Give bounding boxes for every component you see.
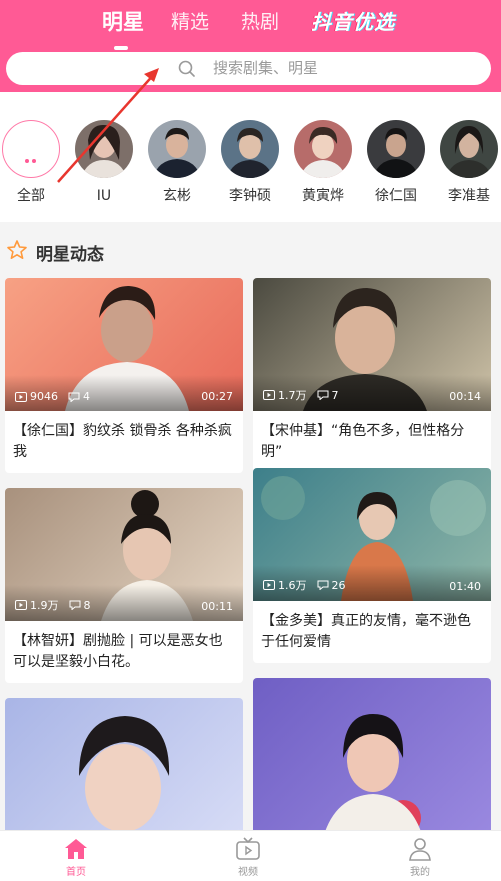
star-name: 徐仁国: [375, 188, 417, 204]
comment-icon: [317, 580, 328, 590]
nav-label: 视频: [238, 867, 258, 878]
star-news-section: 明星动态 9046 4 00:27 【徐仁国】豹纹杀 锁骨杀 各种杀疯我 1.7…: [0, 222, 501, 881]
star-item-all[interactable]: 全部: [0, 120, 66, 205]
comment-icon: [69, 600, 80, 610]
nav-label: 首页: [66, 867, 86, 878]
star-name: 全部: [17, 188, 45, 204]
bottom-nav: 首页 视频 我的: [0, 830, 501, 881]
video-card[interactable]: 9046 4 00:27 【徐仁国】豹纹杀 锁骨杀 各种杀疯我: [5, 278, 243, 473]
avatar: [148, 120, 206, 178]
comment-icon: [317, 390, 328, 400]
tv-icon: [236, 837, 260, 860]
avatar: [440, 120, 498, 178]
video-card[interactable]: 1.7万 7 00:14 【宋仲基】“角色不多，但性格分明”: [253, 278, 491, 473]
top-header: 明星 精选 热剧 抖音优选 搜索剧集、明星: [0, 0, 501, 92]
video-card[interactable]: [253, 678, 491, 838]
video-caption: 【徐仁国】豹纹杀 锁骨杀 各种杀疯我: [13, 423, 232, 460]
video-duration: 00:14: [449, 390, 481, 403]
search-input[interactable]: 搜索剧集、明星: [6, 52, 491, 85]
view-count: 1.6万: [278, 579, 307, 592]
nav-label: 我的: [410, 867, 430, 878]
play-count-icon: [263, 390, 275, 400]
video-thumbnail: 9046 4 00:27: [5, 278, 243, 411]
star-list: 全部 IU 玄彬 李钟硕 黄寅烨 徐仁国 李准基: [0, 92, 501, 222]
section-title: 明星动态: [36, 245, 104, 265]
video-caption: 【宋仲基】“角色不多，但性格分明”: [261, 423, 465, 460]
nav-home[interactable]: 首页: [46, 837, 106, 879]
play-count-icon: [263, 580, 275, 590]
avatar: [221, 120, 279, 178]
video-duration: 00:11: [201, 600, 233, 613]
comment-count: 4: [83, 390, 90, 403]
star-outline-icon: [7, 240, 27, 259]
video-stats: 1.9万 8: [15, 597, 91, 613]
comment-count: 26: [331, 578, 346, 592]
avatar: [367, 120, 425, 178]
video-thumbnail: 1.6万 26 01:40: [253, 468, 491, 601]
star-item-hwang-in-youp[interactable]: 黄寅烨: [288, 120, 358, 205]
comment-count: 7: [331, 388, 339, 402]
avatar: [75, 120, 133, 178]
search-placeholder: 搜索剧集、明星: [213, 59, 319, 77]
play-count-icon: [15, 600, 27, 610]
star-name: 李钟硕: [229, 188, 271, 204]
star-name: 黄寅烨: [302, 188, 344, 204]
video-thumbnail: [5, 698, 243, 838]
star-item-iu[interactable]: IU: [69, 120, 139, 205]
nav-video[interactable]: 视频: [218, 837, 278, 879]
video-card[interactable]: [5, 698, 243, 838]
avatar: [294, 120, 352, 178]
comment-icon: [68, 392, 80, 402]
view-count: 1.7万: [278, 389, 307, 402]
star-item-lee-jong-suk[interactable]: 李钟硕: [215, 120, 285, 205]
star-name: 玄彬: [163, 188, 191, 204]
star-name: IU: [96, 188, 112, 204]
active-tab-indicator: [114, 46, 128, 50]
view-count: 9046: [30, 390, 58, 403]
video-card[interactable]: 1.9万 8 00:11 【林智妍】剧抛脸 | 可以是恶女也可以是坚毅小白花。: [5, 488, 243, 683]
video-card[interactable]: 1.6万 26 01:40 【金多美】真正的友情，毫不逊色于任何爱情: [253, 468, 491, 663]
more-dots-icon: [2, 120, 60, 178]
view-count: 1.9万: [30, 599, 59, 612]
play-count-icon: [15, 391, 27, 402]
star-item-seo-in-guk[interactable]: 徐仁国: [361, 120, 431, 205]
video-thumbnail: 1.7万 7 00:14: [253, 278, 491, 411]
tab-bar: 明星 精选 热剧 抖音优选: [0, 8, 501, 50]
video-duration: 01:40: [449, 580, 481, 593]
video-thumbnail: 1.9万 8 00:11: [5, 488, 243, 621]
star-name: 李准基: [448, 188, 490, 204]
video-stats: 9046 4: [15, 390, 90, 403]
video-thumbnail: [253, 678, 491, 838]
star-item-hyun-bin[interactable]: 玄彬: [142, 120, 212, 205]
star-item-lee-joon-gi[interactable]: 李准基: [434, 120, 501, 205]
video-duration: 00:27: [201, 390, 233, 403]
video-stats: 1.7万 7: [263, 387, 339, 403]
tab-featured[interactable]: 精选: [171, 8, 209, 36]
search-icon: [178, 60, 195, 77]
home-icon: [65, 839, 87, 859]
video-caption: 【林智妍】剧抛脸 | 可以是恶女也可以是坚毅小白花。: [13, 633, 223, 670]
user-icon: [409, 838, 431, 861]
comment-count: 8: [83, 598, 91, 612]
tab-hot-dramas[interactable]: 热剧: [241, 8, 279, 36]
nav-profile[interactable]: 我的: [390, 837, 450, 879]
video-caption: 【金多美】真正的友情，毫不逊色于任何爱情: [261, 613, 471, 650]
tab-stars[interactable]: 明星: [102, 8, 144, 36]
tab-douyin-picks[interactable]: 抖音优选: [311, 8, 395, 36]
video-stats: 1.6万 26: [263, 577, 346, 593]
